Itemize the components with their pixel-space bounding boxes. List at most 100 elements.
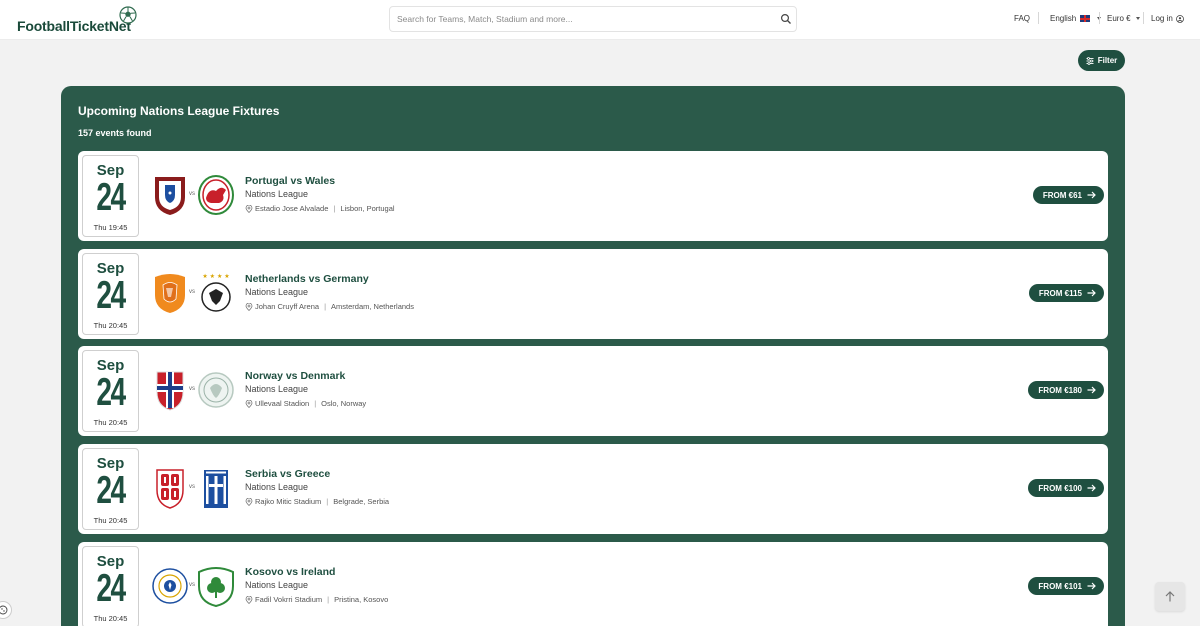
event-card[interactable]: Sep 24 Thu 20:45 vs Norway vs Denmark Na… — [78, 346, 1108, 436]
uk-flag-icon — [1080, 15, 1091, 22]
search-icon[interactable] — [780, 13, 792, 25]
filter-button[interactable]: Filter — [1078, 50, 1125, 71]
venue-separator: | — [326, 497, 329, 506]
match-title[interactable]: Serbia vs Greece — [245, 468, 330, 480]
event-card[interactable]: Sep 24 Thu 19:45 vs Portugal vs Wales Na… — [78, 151, 1108, 241]
nav-divider — [1038, 12, 1039, 24]
login-button[interactable]: Log in — [1151, 14, 1184, 23]
serbia-crest-icon — [156, 469, 184, 509]
event-time: Thu 19:45 — [93, 223, 128, 232]
price-label: FROM €115 — [1038, 288, 1082, 298]
venue-stadium: Estadio Jose Alvalade — [255, 204, 329, 213]
vs-label: vs — [189, 484, 195, 490]
price-button[interactable]: FROM €115 — [1028, 284, 1104, 302]
match-title[interactable]: Norway vs Denmark — [245, 370, 345, 382]
event-day: 24 — [96, 274, 126, 317]
arrow-right-icon — [1087, 386, 1096, 394]
location-pin-icon — [245, 497, 253, 506]
match-title[interactable]: Netherlands vs Germany — [245, 273, 369, 285]
match-title[interactable]: Kosovo vs Ireland — [245, 566, 335, 578]
match-venue: Johan Cruyff Arena | Amsterdam, Netherla… — [245, 302, 414, 311]
match-league: Nations League — [245, 287, 309, 297]
filter-label: Filter — [1097, 56, 1118, 65]
football-icon — [119, 6, 137, 24]
event-card[interactable]: Sep 24 Thu 20:45 vs ★ ★ ★ ★ Netherlands … — [78, 249, 1108, 339]
currency-label: Euro € — [1107, 14, 1131, 23]
price-button[interactable]: FROM €101 — [1028, 577, 1104, 595]
price-button[interactable]: FROM €100 — [1028, 479, 1104, 497]
venue-stadium: Johan Cruyff Arena — [255, 302, 320, 311]
netherlands-crest-icon — [155, 274, 185, 313]
date-badge: Sep 24 Thu 20:45 — [82, 350, 139, 432]
events-count: 157 events found — [78, 128, 152, 138]
faq-link[interactable]: FAQ — [1014, 14, 1030, 23]
norway-crest-icon — [156, 371, 184, 411]
match-title[interactable]: Portugal vs Wales — [245, 175, 335, 187]
arrow-right-icon — [1087, 289, 1096, 297]
venue-separator: | — [327, 595, 330, 604]
venue-separator: | — [333, 204, 336, 213]
event-day: 24 — [96, 469, 126, 512]
event-card[interactable]: Sep 24 Thu 20:45 vs Serbia vs Greece Nat… — [78, 444, 1108, 534]
event-day: 24 — [96, 371, 126, 414]
denmark-crest-icon — [198, 372, 234, 408]
user-icon — [1175, 14, 1184, 23]
top-header: FootballTicketNet FAQ English Euro € Log… — [0, 0, 1200, 40]
match-venue: Ullevaal Stadion | Oslo, Norway — [245, 399, 366, 408]
venue-stadium: Fadil Vokrri Stadium — [255, 595, 323, 604]
venue-stadium: Ullevaal Stadion — [255, 399, 310, 408]
logo-text: FootballTicketNet — [17, 18, 131, 34]
svg-text:★ ★ ★ ★: ★ ★ ★ ★ — [202, 273, 229, 280]
search-input[interactable] — [390, 7, 770, 31]
match-league: Nations League — [245, 580, 309, 590]
match-venue: Estadio Jose Alvalade | Lisbon, Portugal — [245, 204, 395, 213]
language-label: English — [1050, 14, 1077, 23]
event-time: Thu 20:45 — [93, 614, 128, 623]
portugal-crest-icon — [155, 177, 185, 215]
vs-label: vs — [189, 191, 195, 197]
sliders-icon — [1086, 56, 1094, 65]
fixtures-panel: Upcoming Nations League Fixtures 157 eve… — [61, 86, 1125, 626]
arrow-right-icon — [1087, 582, 1096, 590]
location-pin-icon — [245, 302, 253, 311]
price-button[interactable]: FROM €180 — [1028, 381, 1104, 399]
venue-stadium: Rajko Mitic Stadium — [255, 497, 322, 506]
page-title: Upcoming Nations League Fixtures — [78, 104, 280, 118]
event-time: Thu 20:45 — [93, 516, 128, 525]
match-venue: Fadil Vokrri Stadium | Pristina, Kosovo — [245, 595, 388, 604]
price-label: FROM €180 — [1038, 385, 1082, 395]
login-label: Log in — [1151, 14, 1173, 23]
match-league: Nations League — [245, 189, 309, 199]
kosovo-crest-icon — [152, 568, 188, 604]
arrow-right-icon — [1087, 484, 1096, 492]
date-badge: Sep 24 Thu 20:45 — [82, 448, 139, 530]
vs-label: vs — [189, 386, 195, 392]
match-league: Nations League — [245, 384, 309, 394]
location-pin-icon — [245, 204, 253, 213]
event-card[interactable]: Sep 24 Thu 20:45 vs Kosovo vs Ireland Na… — [78, 542, 1108, 626]
event-time: Thu 20:45 — [93, 418, 128, 427]
venue-city: Belgrade, Serbia — [333, 497, 390, 506]
date-badge: Sep 24 Thu 20:45 — [82, 546, 139, 626]
search-bar[interactable] — [389, 6, 797, 32]
site-logo[interactable]: FootballTicketNet — [17, 6, 137, 34]
price-label: FROM €101 — [1038, 581, 1082, 591]
cookie-settings-button[interactable] — [0, 601, 12, 619]
scroll-to-top-button[interactable] — [1155, 582, 1185, 611]
greece-crest-icon — [204, 470, 228, 508]
venue-separator: | — [314, 399, 317, 408]
venue-city: Pristina, Kosovo — [334, 595, 389, 604]
venue-city: Amsterdam, Netherlands — [331, 302, 414, 311]
event-time: Thu 20:45 — [93, 321, 128, 330]
price-button[interactable]: FROM €61 — [1032, 186, 1104, 204]
location-pin-icon — [245, 399, 253, 408]
vs-label: vs — [189, 289, 195, 295]
event-day: 24 — [96, 176, 126, 219]
ireland-crest-icon — [198, 567, 234, 608]
language-selector[interactable]: English — [1050, 14, 1102, 23]
price-label: FROM €100 — [1038, 483, 1082, 493]
wales-crest-icon — [198, 175, 234, 215]
arrow-right-icon — [1087, 191, 1096, 199]
currency-selector[interactable]: Euro € — [1107, 14, 1140, 23]
venue-separator: | — [324, 302, 327, 311]
